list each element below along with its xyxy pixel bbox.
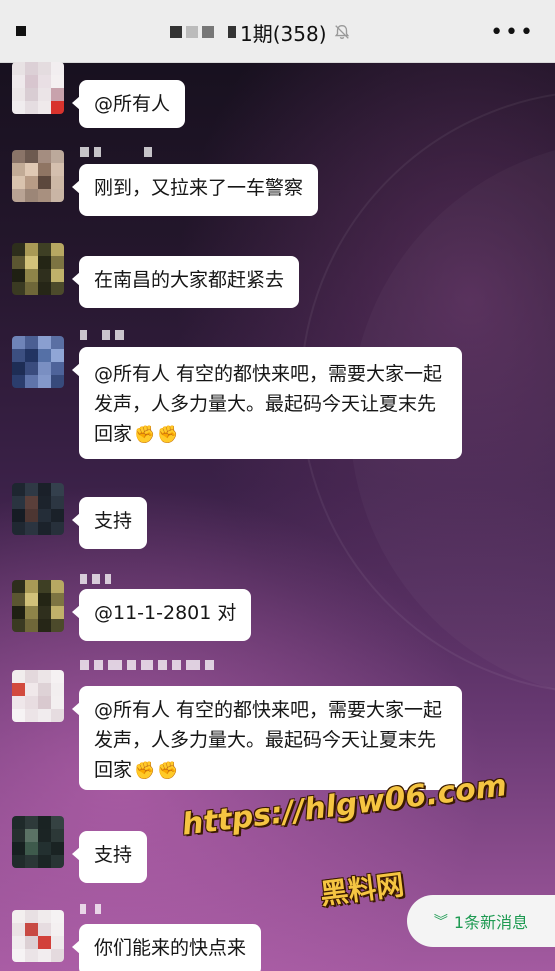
message-text: 在南昌的大家都赶紧去 [94,269,285,291]
message-bubble[interactable]: @所有人 [71,80,186,128]
chat-screen: 1期(358) ••• @所有人 刚到，又拉来了一车警察 在南昌的大家都赶紧去 … [0,0,555,971]
message-bubble[interactable]: 你们能来的快点来 [71,924,262,971]
message-bubble[interactable]: @所有人 有空的都快来吧，需要大家一起发声，人多力量大。最起码今天让夏末先回家 ✊… [72,686,462,790]
watermark-text: 黑料网 [318,867,406,911]
chat-header: 1期(358) ••• [0,0,555,63]
sender-name-obscured [80,904,101,918]
avatar[interactable] [12,336,64,388]
message-bubble[interactable]: @所有人 有空的都快来吧，需要大家一起发声，人多力量大。最起码今天让夏末先回家 ✊… [72,347,462,459]
fist-emoji-icon: ✊ [134,761,156,781]
message-text: 支持 [94,510,133,532]
message-bubble[interactable]: @11-1-2801 对 [71,589,252,641]
message-text: @所有人 [94,93,171,115]
new-messages-button[interactable]: ︾ 1条新消息 [407,895,555,947]
new-messages-label: 1条新消息 [453,913,529,932]
sender-name-obscured [80,660,214,674]
message-bubble[interactable]: 刚到，又拉来了一车警察 [71,164,319,216]
sender-name-obscured [80,330,124,344]
more-options-button[interactable]: ••• [490,20,535,45]
message-bubble[interactable]: 在南昌的大家都赶紧去 [71,256,300,308]
avatar[interactable] [12,910,64,962]
avatar[interactable] [12,150,64,202]
double-chevron-down-icon: ︾ [433,914,448,930]
message-bubble[interactable]: 支持 [71,831,148,883]
message-text: @11-1-2801 对 [94,602,237,624]
message-text: 支持 [94,844,133,866]
sender-name-obscured [80,574,111,588]
fist-emoji-icon: ✊ [134,425,156,445]
sender-name-obscured [80,147,152,161]
avatar[interactable] [12,62,64,114]
message-text: 你们能来的快点来 [94,937,247,959]
avatar[interactable] [12,580,64,632]
fist-emoji-icon: ✊ [157,425,179,445]
avatar[interactable] [12,483,64,535]
avatar[interactable] [12,816,64,868]
obscured-title-block [202,26,214,38]
obscured-title-block [186,26,198,38]
obscured-title-block [170,26,182,38]
fist-emoji-icon: ✊ [157,761,179,781]
obscured-title-block [228,26,236,38]
group-title-area[interactable]: 1期(358) [170,18,351,46]
avatar[interactable] [12,670,64,722]
bell-muted-icon [334,25,349,39]
avatar[interactable] [12,243,64,295]
message-bubble[interactable]: 支持 [71,497,148,549]
back-button[interactable] [16,26,26,36]
group-title: 1期(358) [240,21,327,46]
message-text: 刚到，又拉来了一车警察 [94,177,304,199]
